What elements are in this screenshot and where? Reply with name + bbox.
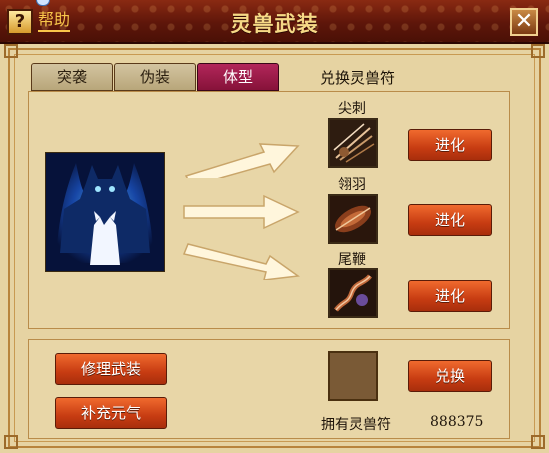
feather-icon [330,196,376,242]
tab-label: 突袭 [56,68,87,86]
corner-ornament [531,44,545,58]
repair-armor-button[interactable]: 修理武装 [55,353,167,385]
evolve-button[interactable]: 进化 [408,204,492,236]
evolution-name: 翎羽 [338,177,366,193]
evolution-arrow-icon [184,143,300,178]
beast-silhouette-icon [46,153,164,271]
tail-whip-icon [330,270,376,316]
exchange-heading: 兑换灵兽符 [320,69,396,87]
spirit-beast-armor-window: ? 帮助 灵兽武装 ✕ 突袭 伪装 体型 兑换灵兽符 尖刺 进化 翎羽 进化 尾… [0,0,549,453]
spike-icon [330,120,376,166]
help-icon[interactable]: ? [7,9,33,35]
evolution-slot[interactable] [328,268,378,318]
evolve-button[interactable]: 进化 [408,129,492,161]
evolution-slot[interactable] [328,194,378,244]
evolution-arrow-icon [182,243,300,280]
corner-ornament [4,435,18,449]
help-link[interactable]: 帮助 [38,10,71,32]
evolution-name: 尾鞭 [338,252,366,268]
title-bar[interactable]: ? 帮助 灵兽武装 ✕ [0,0,549,44]
replenish-vitality-button[interactable]: 补充元气 [55,397,167,429]
close-icon[interactable]: ✕ [510,8,538,36]
evolution-slot[interactable] [328,118,378,168]
exchange-item-slot[interactable] [328,351,378,401]
redeem-button[interactable]: 兑换 [408,360,492,392]
tab-surprise-attack[interactable]: 突袭 [31,63,113,91]
tab-disguise[interactable]: 伪装 [114,63,196,91]
owned-token-count: 888375 [430,414,484,430]
evolution-name: 尖刺 [338,101,366,117]
tab-body-type[interactable]: 体型 [197,63,279,91]
owned-token-label: 拥有灵兽符 [321,417,391,433]
corner-ornament [4,44,18,58]
spirit-beast-portrait [45,152,165,272]
window-title: 灵兽武装 [230,12,319,36]
corner-ornament [531,435,545,449]
tab-label: 伪装 [139,68,170,86]
tab-label: 体型 [222,68,253,86]
evolve-button[interactable]: 进化 [408,280,492,312]
evolution-arrow-icon [183,194,300,230]
